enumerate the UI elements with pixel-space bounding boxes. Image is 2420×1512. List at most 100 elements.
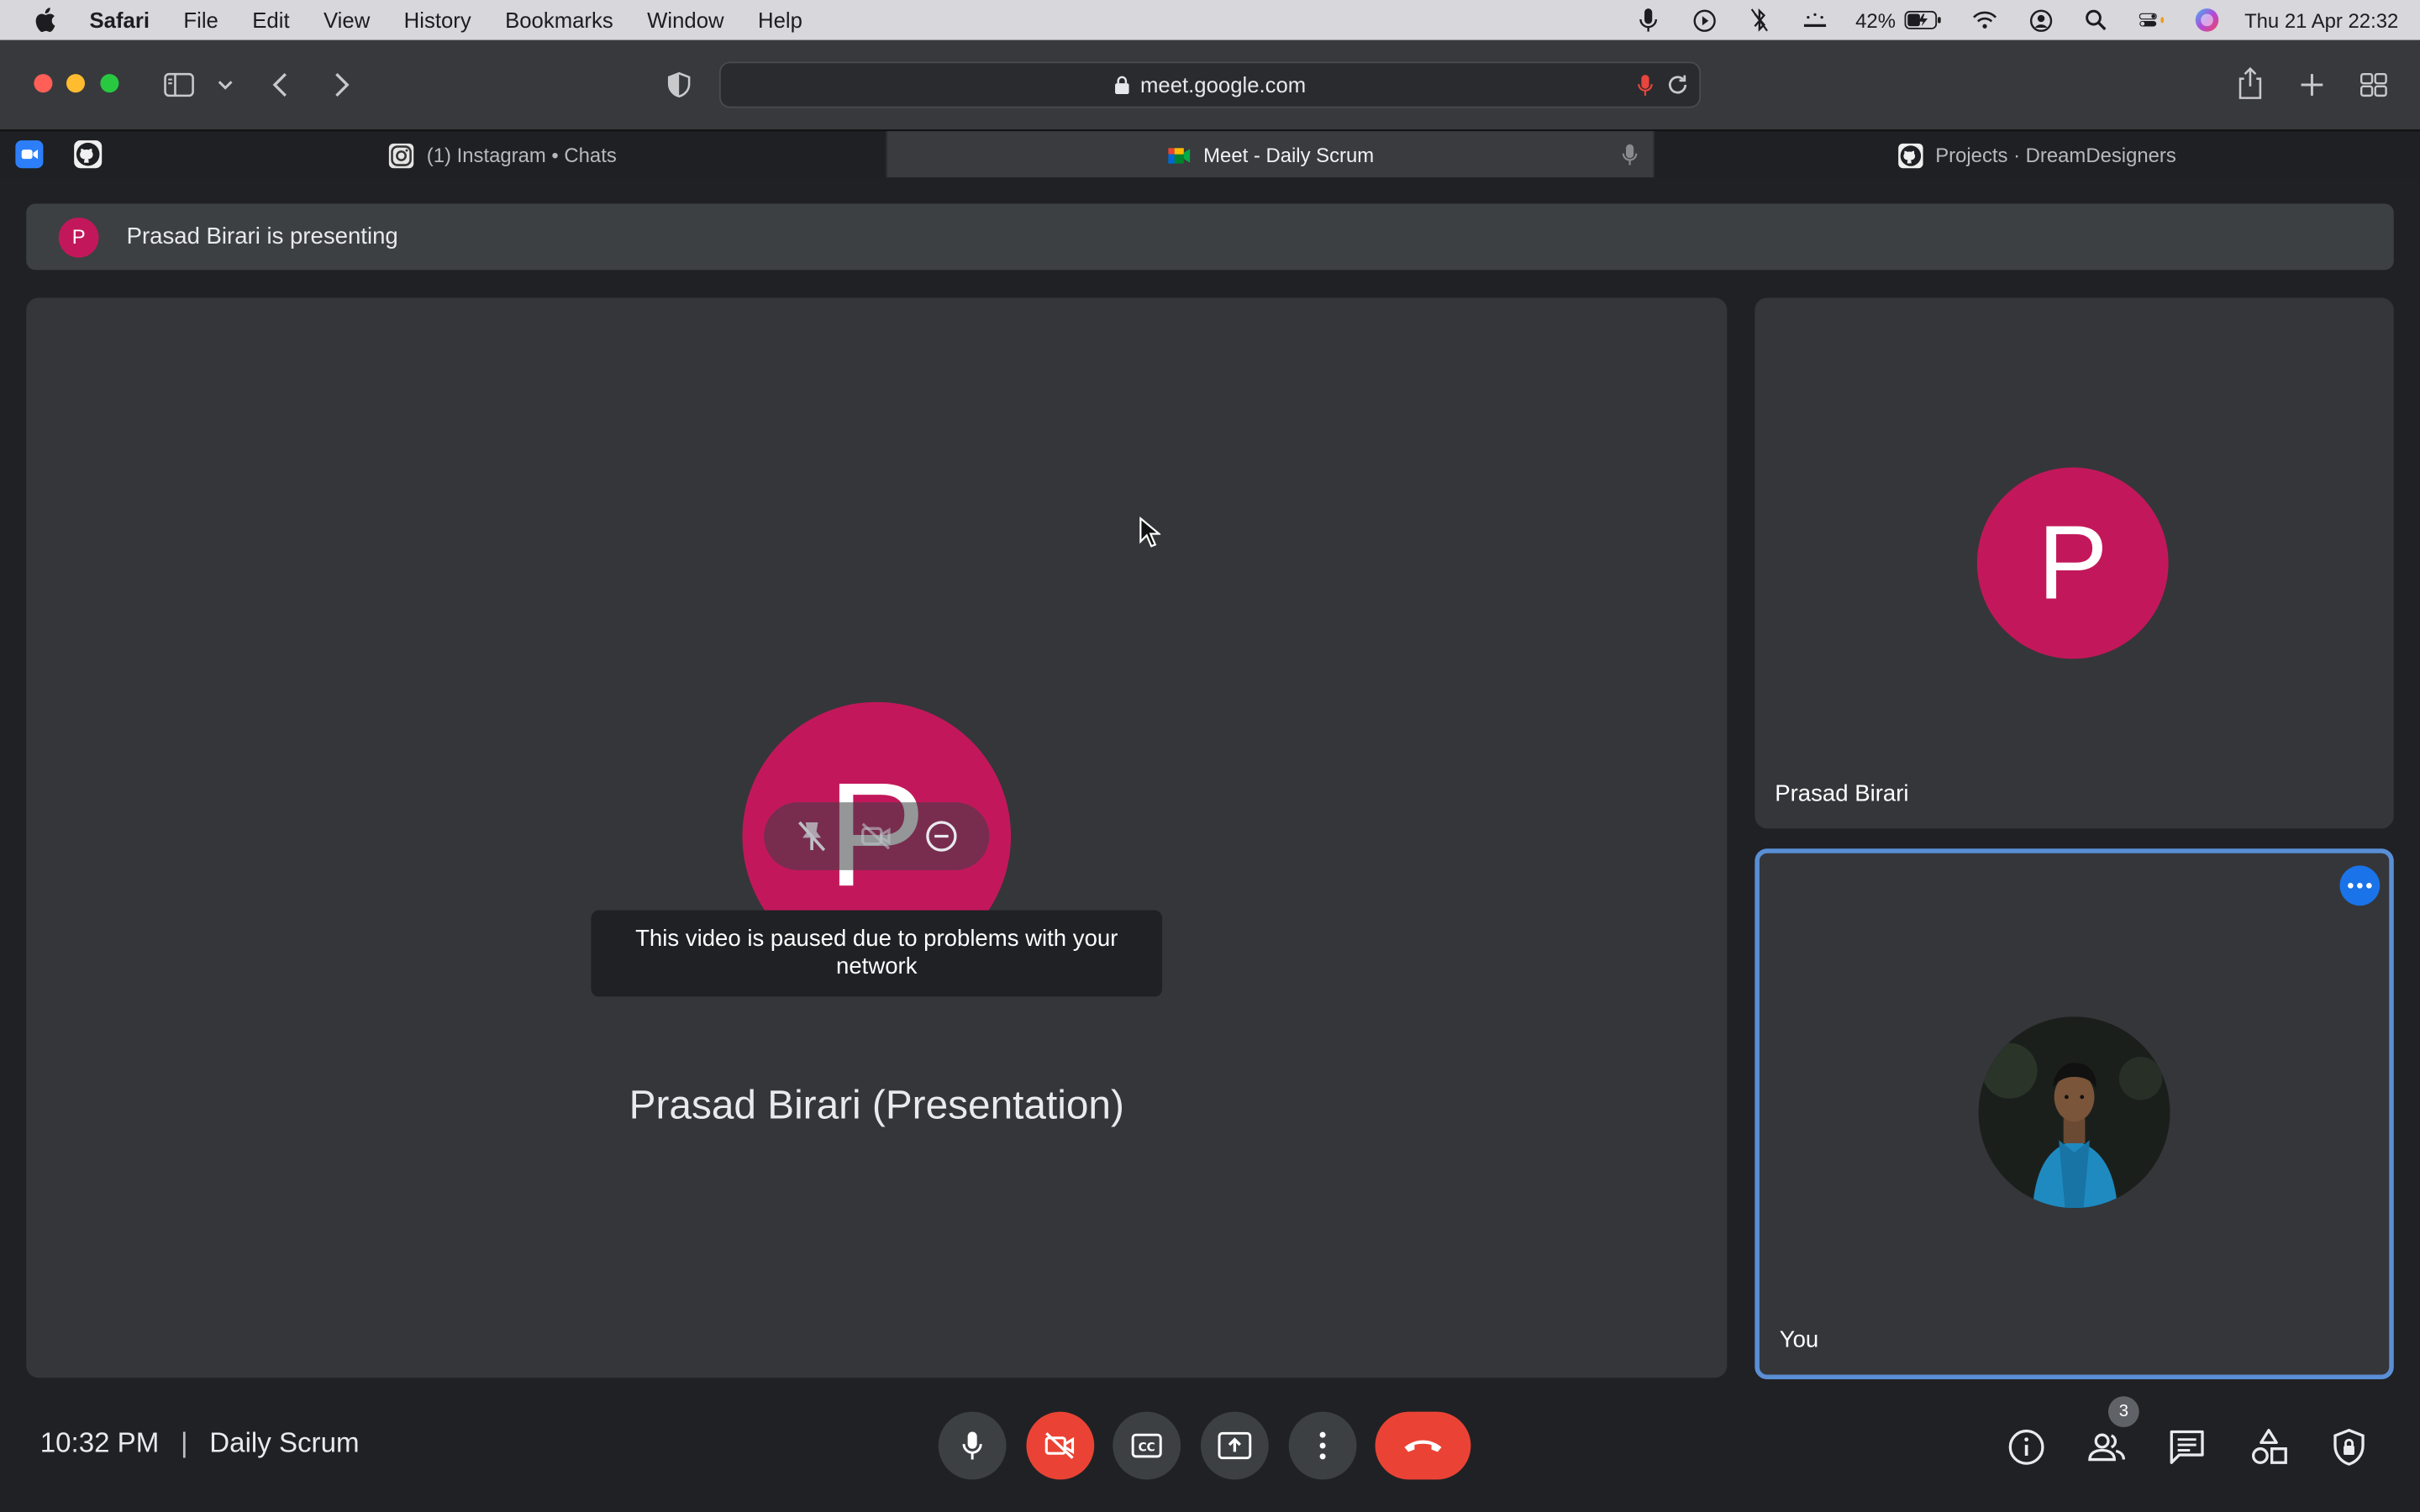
participant-tile-prasad[interactable]: P Prasad Birari — [1754, 297, 2394, 829]
participant-avatar: P — [1976, 467, 2169, 659]
tab-label: Projects · DreamDesigners — [1935, 143, 2176, 167]
menu-window[interactable]: Window — [647, 8, 723, 32]
url-text: meet.google.com — [1139, 72, 1307, 97]
tab-instagram[interactable]: (1) Instagram • Chats — [120, 131, 888, 180]
host-controls-button[interactable] — [2329, 1427, 2370, 1467]
more-vertical-icon — [1319, 1431, 1326, 1460]
siri-icon[interactable] — [2195, 8, 2219, 32]
participant-tile-self[interactable]: You — [1754, 848, 2394, 1380]
tab-microphone-icon[interactable] — [1622, 144, 1638, 167]
tab-google-meet[interactable]: Meet - Daily Scrum — [887, 131, 1655, 180]
minimize-window-button[interactable] — [66, 74, 86, 93]
shield-lock-icon — [2333, 1428, 2365, 1466]
presenting-banner: P Prasad Birari is presenting — [26, 203, 2394, 270]
present-screen-button[interactable] — [1200, 1411, 1269, 1480]
presenter-avatar: P — [58, 217, 99, 257]
closed-captions-icon: CC — [1131, 1433, 1162, 1458]
safari-toolbar: meet.google.com — [0, 39, 2420, 130]
more-options-button[interactable] — [2339, 865, 2381, 906]
zoom-window-button[interactable] — [100, 74, 119, 93]
microphone-icon[interactable] — [1636, 8, 1660, 32]
unpin-icon[interactable] — [793, 817, 830, 854]
video-paused-tooltip: This video is paused due to problems wit… — [591, 910, 1163, 997]
participant-name: Prasad Birari — [1775, 780, 1909, 807]
meeting-details-button[interactable] — [2007, 1427, 2047, 1467]
more-options-button[interactable] — [1288, 1411, 1357, 1480]
people-button[interactable] — [2086, 1427, 2127, 1467]
end-call-icon — [1404, 1440, 1442, 1452]
menu-edit[interactable]: Edit — [252, 8, 289, 32]
keyboard-brightness-icon[interactable] — [1803, 8, 1828, 32]
menu-view[interactable]: View — [324, 8, 370, 32]
activities-button[interactable] — [2249, 1427, 2289, 1467]
tab-label: (1) Instagram • Chats — [426, 143, 617, 167]
spotlight-search-icon[interactable] — [2084, 8, 2108, 32]
self-name-label: You — [1779, 1326, 1819, 1353]
control-center-icon[interactable] — [2139, 8, 2165, 32]
svg-text:CC: CC — [1139, 1441, 1155, 1454]
menubar-status-area: 42% Thu 21 Apr 22:32 — [1606, 0, 2398, 40]
apple-icon[interactable] — [34, 8, 55, 33]
activities-shapes-icon — [2251, 1429, 2287, 1464]
tile-hover-controls — [764, 802, 990, 870]
tab-bar: (1) Instagram • Chats Meet - Daily Scrum… — [0, 129, 2420, 180]
people-count-badge: 3 — [2107, 1396, 2139, 1427]
back-arrow-icon[interactable] — [269, 71, 293, 98]
camera-off-icon — [1044, 1432, 1075, 1459]
meeting-info: 10:32 PM | Daily Scrum — [40, 1427, 360, 1460]
macos-menubar: Safari File Edit View History Bookmarks … — [0, 0, 2420, 40]
instagram-icon — [389, 142, 415, 168]
lock-icon — [1114, 76, 1129, 95]
forward-arrow-icon[interactable] — [329, 71, 353, 98]
people-icon — [2088, 1433, 2126, 1462]
user-account-icon[interactable] — [2028, 8, 2053, 32]
menu-help[interactable]: Help — [758, 8, 802, 32]
meeting-controls-bar: 10:32 PM | Daily Scrum CC 3 — [0, 1396, 2420, 1512]
captions-button[interactable]: CC — [1113, 1411, 1181, 1480]
address-bar[interactable]: meet.google.com — [718, 61, 1702, 108]
chat-button[interactable] — [2167, 1427, 2207, 1467]
menu-bookmarks[interactable]: Bookmarks — [505, 8, 613, 32]
reload-icon[interactable] — [1667, 74, 1689, 96]
close-window-button[interactable] — [34, 74, 53, 93]
divider: | — [180, 1426, 188, 1458]
play-circle-icon[interactable] — [1691, 8, 1716, 32]
pinned-tab-github[interactable] — [74, 140, 103, 169]
share-icon[interactable] — [2236, 66, 2264, 100]
remove-circle-icon[interactable] — [923, 817, 960, 854]
presentation-tile[interactable]: P This video is paused due to problems w… — [26, 297, 1728, 1378]
sidebar-toggle-icon[interactable] — [164, 71, 195, 98]
meet-call-area: P Prasad Birari is presenting P This vid… — [0, 177, 2420, 1512]
info-icon — [2008, 1429, 2044, 1465]
tab-github-projects[interactable]: Projects · DreamDesigners — [1655, 131, 2420, 179]
pinned-tab-zoom[interactable] — [15, 140, 44, 169]
menu-app-safari[interactable]: Safari — [90, 8, 150, 32]
mouse-cursor-icon — [1139, 517, 1161, 548]
privacy-shield-icon[interactable] — [666, 71, 693, 98]
self-profile-photo — [1978, 1016, 2170, 1209]
video-off-icon[interactable] — [858, 817, 895, 854]
leave-call-button[interactable] — [1375, 1411, 1471, 1480]
new-tab-plus-icon[interactable] — [2298, 71, 2326, 98]
menubar-clock[interactable]: Thu 21 Apr 22:32 — [2244, 8, 2398, 32]
meeting-title: Daily Scrum — [209, 1426, 360, 1458]
microphone-button[interactable] — [938, 1411, 1007, 1480]
chat-icon — [2170, 1430, 2204, 1464]
wifi-icon[interactable] — [1973, 8, 1997, 32]
presentation-name-label: Prasad Birari (Presentation) — [629, 1081, 1124, 1128]
presenting-text: Prasad Birari is presenting — [126, 223, 398, 250]
chevron-down-icon[interactable] — [214, 71, 236, 98]
tab-overview-icon[interactable] — [2360, 71, 2387, 98]
camera-toggle-button[interactable] — [1026, 1411, 1095, 1480]
bluetooth-off-icon[interactable] — [1748, 8, 1772, 32]
menu-file[interactable]: File — [183, 8, 218, 32]
battery-charging-icon[interactable] — [1904, 8, 1942, 32]
more-horizontal-icon — [2348, 882, 2372, 889]
recording-microphone-icon[interactable] — [1638, 74, 1653, 97]
github-icon — [76, 142, 100, 166]
battery-percentage: 42% — [1855, 8, 1896, 32]
tab-label: Meet - Daily Scrum — [1203, 143, 1375, 167]
meeting-time: 10:32 PM — [39, 1426, 160, 1458]
menu-history[interactable]: History — [404, 8, 471, 32]
zoom-app-icon — [21, 150, 39, 160]
